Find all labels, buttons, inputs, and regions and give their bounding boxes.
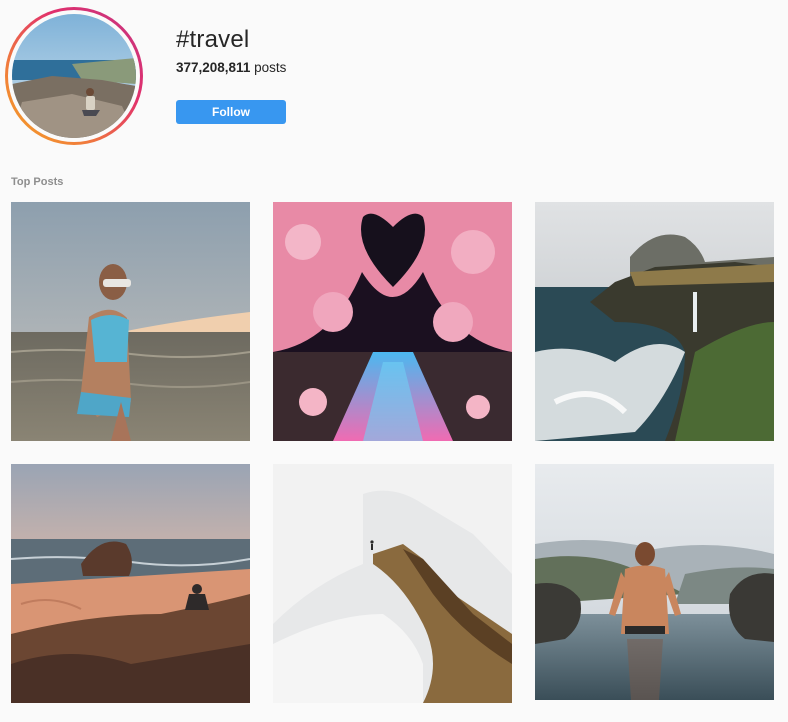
post-tile-1[interactable]: [11, 202, 250, 441]
post-tile-6[interactable]: [535, 464, 774, 700]
post-tile-5[interactable]: [273, 464, 512, 703]
post-count-suffix: posts: [250, 60, 287, 75]
hashtag-header: #travel 377,208,811 posts Follow: [0, 0, 788, 160]
top-posts-label: Top Posts: [11, 176, 64, 188]
post-tile-4[interactable]: [11, 464, 250, 703]
hashtag-avatar-ring[interactable]: [5, 7, 143, 145]
follow-button[interactable]: Follow: [176, 100, 286, 124]
hashtag-avatar-image: [12, 14, 136, 138]
post-tile-3[interactable]: [535, 202, 774, 441]
post-count: 377,208,811 posts: [176, 60, 286, 75]
post-tile-2[interactable]: [273, 202, 512, 441]
post-count-number: 377,208,811: [176, 60, 251, 75]
hashtag-title: #travel: [176, 26, 250, 53]
